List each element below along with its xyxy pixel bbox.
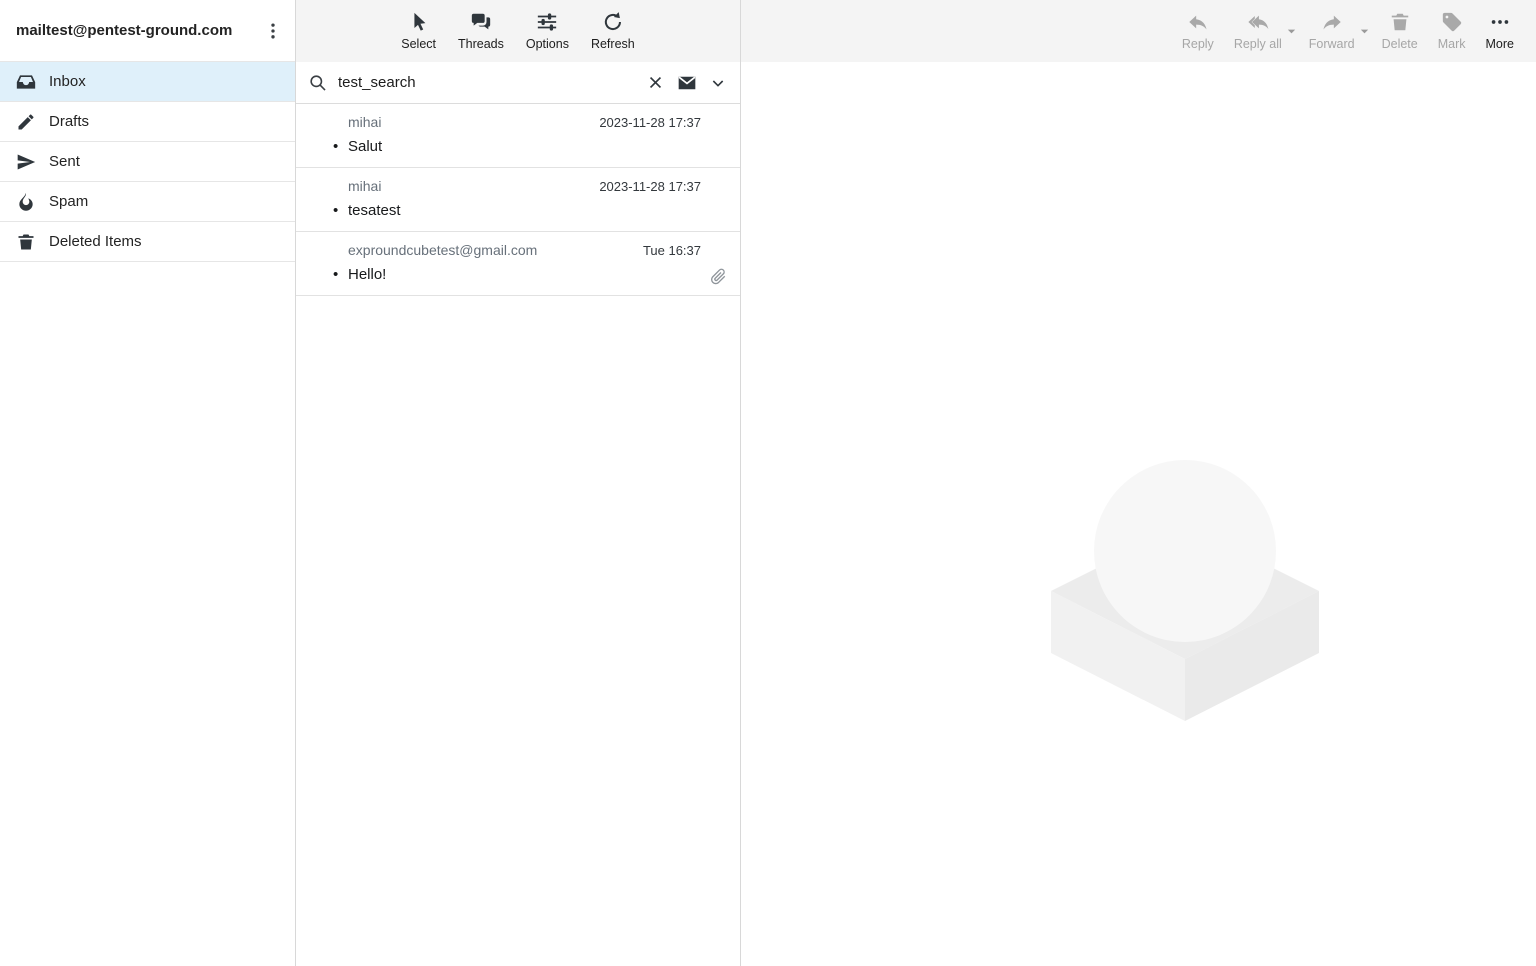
- list-toolbar: Select Threads Options Refresh: [296, 0, 740, 62]
- message-row[interactable]: mihai 2023-11-28 17:37 tesatest: [296, 168, 740, 232]
- toolbar-button-label: Reply all: [1234, 37, 1282, 51]
- message-date: 2023-11-28 17:37: [599, 115, 701, 130]
- more-button[interactable]: More: [1476, 7, 1524, 55]
- message-sender: mihai: [348, 178, 381, 194]
- message-subject: tesatest: [348, 202, 401, 219]
- sidebar-item-inbox[interactable]: Inbox: [0, 62, 295, 102]
- threads-button[interactable]: Threads: [448, 7, 514, 55]
- chat-bubbles-icon: [470, 11, 492, 33]
- message-row[interactable]: exproundcubetest@gmail.com Tue 16:37 Hel…: [296, 232, 740, 296]
- delete-button[interactable]: Delete: [1372, 7, 1428, 55]
- toolbar-button-label: More: [1486, 37, 1514, 51]
- pencil-icon: [16, 112, 36, 132]
- message-toolbar: Reply Reply all: [741, 0, 1536, 62]
- message-meta: exproundcubetest@gmail.com Tue 16:37: [348, 242, 728, 258]
- message-row[interactable]: mihai 2023-11-28 17:37 Salut: [296, 104, 740, 168]
- folder-label: Spam: [49, 193, 88, 210]
- reading-pane-body: [741, 62, 1536, 966]
- refresh-button[interactable]: Refresh: [581, 7, 645, 55]
- message-sender: exproundcubetest@gmail.com: [348, 242, 537, 258]
- sidebar-item-spam[interactable]: Spam: [0, 182, 295, 222]
- reply-icon: [1187, 11, 1209, 33]
- tag-icon: [1441, 11, 1463, 33]
- reply-button[interactable]: Reply: [1172, 7, 1224, 55]
- paper-plane-icon: [16, 152, 36, 172]
- ellipsis-icon: [1489, 11, 1511, 33]
- clear-search-button[interactable]: [645, 72, 666, 93]
- mark-button[interactable]: Mark: [1428, 7, 1476, 55]
- account-email: mailtest@pentest-ground.com: [16, 22, 259, 39]
- message-meta: mihai 2023-11-28 17:37: [348, 178, 728, 194]
- reading-pane: Reply Reply all: [741, 0, 1536, 966]
- unread-indicator: [333, 138, 338, 155]
- trash-icon: [16, 232, 36, 252]
- folder-sidebar: mailtest@pentest-ground.com Inbox Drafts: [0, 0, 296, 966]
- folder-label: Sent: [49, 153, 80, 170]
- forward-button[interactable]: Forward: [1299, 7, 1365, 55]
- chevron-down-icon: [1286, 26, 1297, 37]
- toolbar-button-label: Threads: [458, 37, 504, 51]
- search-input[interactable]: [336, 73, 636, 92]
- sliders-icon: [536, 11, 558, 33]
- toolbar-button-label: Delete: [1382, 37, 1418, 51]
- select-button[interactable]: Select: [391, 7, 446, 55]
- unread-indicator: [333, 266, 338, 283]
- webmail-app: mailtest@pentest-ground.com Inbox Drafts: [0, 0, 1536, 966]
- message-subject-line: tesatest: [348, 202, 728, 219]
- message-subject-line: Hello!: [348, 266, 728, 283]
- flame-icon: [16, 192, 36, 212]
- reply-all-dropdown-button[interactable]: [1284, 24, 1299, 39]
- toolbar-button-label: Forward: [1309, 37, 1355, 51]
- folder-label: Inbox: [49, 73, 86, 90]
- folder-label: Drafts: [49, 113, 89, 130]
- folder-label: Deleted Items: [49, 233, 142, 250]
- toolbar-button-label: Mark: [1438, 37, 1466, 51]
- search-icon: [308, 73, 327, 92]
- toolbar-button-label: Refresh: [591, 37, 635, 51]
- message-list: mihai 2023-11-28 17:37 Salut mihai 2023-…: [296, 104, 740, 966]
- unread-indicator: [333, 202, 338, 219]
- toolbar-button-label: Select: [401, 37, 436, 51]
- refresh-icon: [602, 11, 624, 33]
- account-menu-button[interactable]: [259, 17, 287, 45]
- chevron-down-icon: [1359, 26, 1370, 37]
- close-icon: [647, 74, 664, 91]
- message-subject: Hello!: [348, 266, 386, 283]
- inbox-icon: [16, 72, 36, 92]
- account-header: mailtest@pentest-ground.com: [0, 0, 295, 62]
- kebab-vertical-icon: [263, 21, 283, 41]
- message-subject: Salut: [348, 138, 382, 155]
- cursor-icon: [408, 11, 430, 33]
- forward-group: Forward: [1299, 7, 1372, 55]
- search-bar: [296, 62, 740, 104]
- message-list-pane: Select Threads Options Refresh: [296, 0, 741, 966]
- search-options-button[interactable]: [708, 73, 728, 93]
- message-date: 2023-11-28 17:37: [599, 179, 701, 194]
- message-meta: mihai 2023-11-28 17:37: [348, 114, 728, 130]
- message-sender: mihai: [348, 114, 381, 130]
- folder-list: Inbox Drafts Sent Spam: [0, 62, 295, 262]
- toolbar-button-label: Options: [526, 37, 569, 51]
- message-date: Tue 16:37: [643, 243, 701, 258]
- sidebar-item-sent[interactable]: Sent: [0, 142, 295, 182]
- options-button[interactable]: Options: [516, 7, 579, 55]
- roundcube-logo-watermark: [1051, 459, 1319, 724]
- reply-all-group: Reply all: [1224, 7, 1299, 55]
- search-scope-button[interactable]: [675, 71, 699, 95]
- trash-icon: [1389, 11, 1411, 33]
- chevron-down-icon: [710, 75, 726, 91]
- message-subject-line: Salut: [348, 138, 728, 155]
- forward-dropdown-button[interactable]: [1357, 24, 1372, 39]
- sidebar-item-drafts[interactable]: Drafts: [0, 102, 295, 142]
- forward-icon: [1321, 11, 1343, 33]
- reply-all-icon: [1247, 11, 1269, 33]
- reply-all-button[interactable]: Reply all: [1224, 7, 1292, 55]
- attachment-icon: [709, 267, 727, 285]
- sidebar-item-deleted-items[interactable]: Deleted Items: [0, 222, 295, 262]
- toolbar-button-label: Reply: [1182, 37, 1214, 51]
- envelope-icon: [677, 73, 697, 93]
